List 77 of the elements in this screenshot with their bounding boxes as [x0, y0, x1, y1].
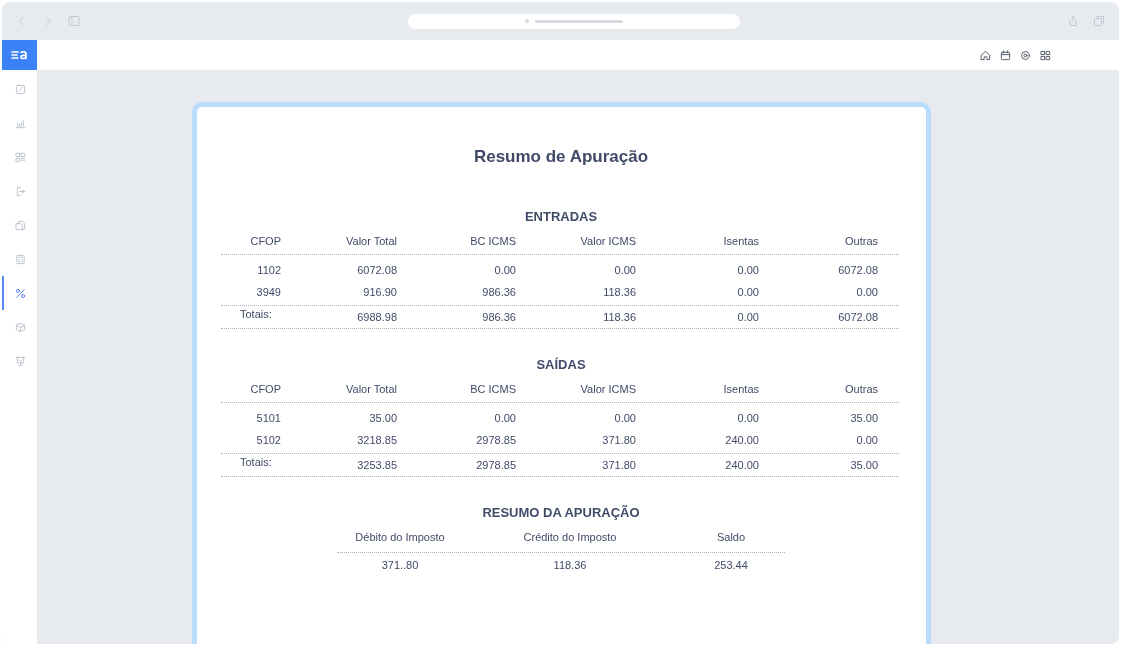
column-header: BC ICMS — [469, 235, 516, 247]
total-cell-text: 35.00 — [849, 459, 878, 471]
column-header: Outras — [844, 383, 878, 395]
table-cell-text: 0.00 — [493, 264, 516, 276]
sidebar-toggle-icon[interactable] — [68, 15, 80, 27]
column-header: Valor ICMS — [579, 383, 636, 395]
total-cell-text: 0.00 — [736, 311, 759, 323]
table-cell-text: 916.90 — [362, 286, 397, 298]
totals-label: Totais: — [239, 308, 273, 320]
share-icon[interactable] — [1067, 15, 1079, 27]
section-title: SAÍDAS — [536, 357, 586, 372]
table-cell-text: 371.80 — [601, 434, 636, 446]
column-header: Isentas — [722, 235, 759, 247]
table-cell-text: 118.36 — [602, 286, 636, 298]
column-header: CFOP — [249, 235, 281, 247]
section-title: RESUMO DA APURAÇÃO — [482, 505, 640, 520]
column-header: Valor Total — [345, 235, 397, 247]
table-cell-text: 0.00 — [493, 412, 516, 424]
table-cell-text: 371..80 — [380, 559, 420, 571]
column-header: Valor ICMS — [579, 235, 636, 247]
documents-icon[interactable] — [15, 219, 26, 231]
bar-chart-icon[interactable] — [15, 117, 26, 129]
edit-icon[interactable] — [15, 83, 26, 95]
presentation-icon[interactable] — [15, 355, 26, 367]
section-title: ENTRADAS — [524, 209, 598, 224]
total-cell-text: 3253.85 — [356, 459, 397, 471]
column-header: Débito do Imposto — [354, 531, 446, 545]
table-cell-text: 5101 — [255, 412, 281, 424]
grid-icon[interactable] — [1040, 49, 1051, 61]
total-cell-text: 6072.08 — [837, 311, 878, 323]
home-icon[interactable] — [980, 49, 991, 61]
table-cell-text: 0.00 — [736, 412, 759, 424]
box-icon[interactable] — [15, 321, 26, 333]
table-cell-text: 0.00 — [613, 412, 636, 424]
app-logo[interactable] — [2, 40, 37, 70]
table-cell-text: 3218.85 — [356, 434, 397, 446]
calendar-icon[interactable] — [1000, 49, 1011, 61]
table-cell-text: 986.36 — [481, 286, 516, 298]
settings-icon[interactable] — [1020, 49, 1031, 61]
total-cell-text: 2978.85 — [475, 459, 516, 471]
table-cell-text: 0.00 — [855, 434, 878, 446]
table-cell-text: 0.00 — [855, 286, 878, 298]
total-cell-text: 6988.98 — [356, 311, 397, 323]
column-header: Outras — [844, 235, 878, 247]
column-header: Saldo — [715, 531, 747, 545]
table-cell-text: 35.00 — [849, 412, 878, 424]
total-cell-text: 986.36 — [481, 311, 516, 323]
table-cell-text: 118.36 — [552, 559, 588, 571]
table-cell-text: 1102 — [256, 264, 281, 276]
table-cell-text: 6072.08 — [837, 264, 878, 276]
table-cell-text: 0.00 — [736, 264, 759, 276]
table-cell-text: 35.00 — [368, 412, 397, 424]
totals-label: Totais: — [239, 456, 273, 468]
table-cell-text: 0.00 — [736, 286, 759, 298]
table-cell-text: 0.00 — [613, 264, 636, 276]
report-title: Resumo de Apuração — [473, 147, 649, 167]
logo-icon — [10, 50, 29, 60]
percent-icon[interactable] — [15, 287, 26, 299]
table-cell-text: 5102 — [255, 434, 281, 446]
total-cell-text: 240.00 — [724, 459, 759, 471]
table-cell-text: 6072.08 — [356, 264, 397, 276]
tabs-icon[interactable] — [1093, 15, 1105, 27]
login-icon[interactable] — [15, 185, 26, 197]
column-header: BC ICMS — [469, 383, 516, 395]
column-header: Crédito do Imposto — [522, 531, 618, 545]
calculator-icon[interactable] — [15, 253, 26, 265]
table-cell-text: 253.44 — [713, 559, 749, 571]
column-header: Isentas — [722, 383, 759, 395]
total-cell-text: 371.80 — [601, 459, 636, 471]
address-bar[interactable] — [407, 13, 740, 29]
column-header: CFOP — [249, 383, 281, 395]
column-header: Valor Total — [345, 383, 397, 395]
table-cell-text: 240.00 — [724, 434, 759, 446]
table-cell-text: 3949 — [255, 286, 281, 298]
qr-grid-icon[interactable] — [15, 151, 26, 163]
table-cell-text: 2978.85 — [475, 434, 516, 446]
total-cell-text: 118.36 — [602, 311, 636, 323]
